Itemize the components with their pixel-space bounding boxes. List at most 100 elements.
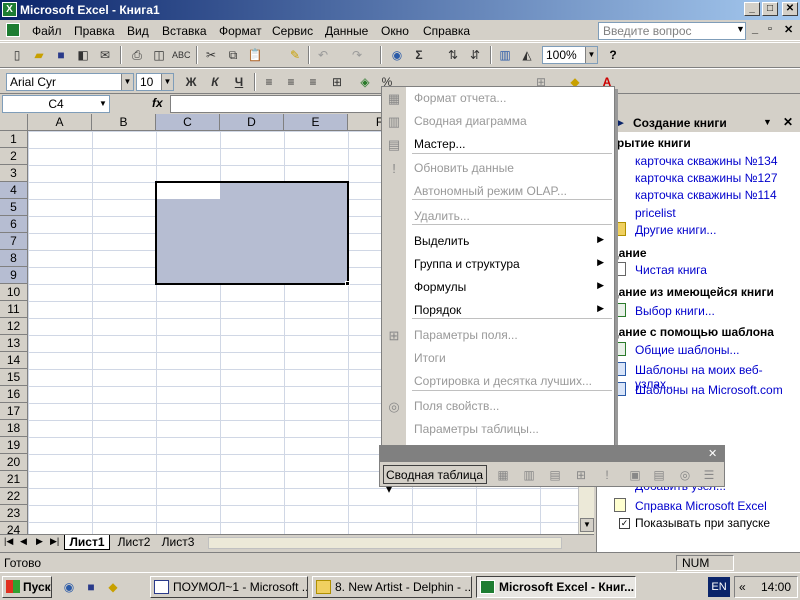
sheet-tab-active[interactable]: Лист1	[64, 535, 110, 550]
column-header[interactable]: D	[220, 114, 284, 131]
menu-item[interactable]: Порядок ▶	[414, 303, 610, 323]
row-header[interactable]: 16	[0, 386, 28, 403]
maximize-button[interactable]: □	[762, 2, 778, 16]
copy-icon[interactable]: ⧉	[224, 46, 242, 64]
choose-workbook-link[interactable]: Выбор книги...	[635, 304, 715, 318]
taskbar-window-delphin[interactable]: 8. New Artist - Delphin - ...	[312, 576, 472, 598]
menu-item[interactable]: Удалить...	[414, 209, 610, 229]
menu-edit[interactable]: Правка	[74, 24, 115, 38]
row-header[interactable]: 10	[0, 284, 28, 301]
menu-item[interactable]: Автономный режим OLAP...	[414, 184, 610, 204]
help-question-input[interactable]: Введите вопрос	[598, 22, 746, 40]
menu-help[interactable]: Справка	[423, 24, 470, 38]
menu-item[interactable]: Параметры поля... ⊞	[389, 328, 610, 348]
menu-tools[interactable]: Сервис	[272, 24, 313, 38]
column-header[interactable]: E	[284, 114, 348, 131]
bold-button[interactable]: Ж	[182, 73, 200, 91]
microsoft-templates-link[interactable]: Шаблоны на Microsoft.com	[635, 383, 783, 397]
row-header[interactable]: 4	[0, 182, 28, 199]
row-header[interactable]: 24	[0, 522, 28, 534]
forward-icon[interactable]: ▶	[615, 116, 623, 129]
show-startup-checkbox[interactable]: ✓	[619, 518, 630, 529]
doc-close-button[interactable]: ✕	[784, 23, 793, 36]
prev-sheet-icon[interactable]: ◀	[20, 536, 27, 547]
menu-item[interactable]: Мастер... ▤	[388, 137, 610, 157]
align-right-icon[interactable]: ≡	[304, 73, 322, 91]
save-icon[interactable]: ■	[82, 578, 100, 596]
open-icon[interactable]: ▰	[30, 46, 48, 64]
chevron-down-icon[interactable]: ▼	[736, 24, 745, 38]
row-header[interactable]: 2	[0, 148, 28, 165]
menu-item[interactable]: Формулы ▶	[414, 280, 610, 300]
excel-help-link[interactable]: Справка Microsoft Excel	[635, 499, 767, 513]
recent-file-link[interactable]: карточка скважины №134	[635, 154, 778, 168]
menu-item[interactable]: Поля свойств... ◎	[388, 399, 610, 419]
language-indicator[interactable]: EN	[708, 577, 730, 597]
row-header[interactable]: 7	[0, 233, 28, 250]
taskbar-window-word[interactable]: ПОУМОЛ~1 - Microsoft ...	[150, 576, 308, 598]
row-header[interactable]: 15	[0, 369, 28, 386]
document-icon[interactable]	[6, 23, 20, 37]
menu-item[interactable]: Группа и структура ▶	[414, 257, 610, 277]
print-preview-icon[interactable]: ◫	[150, 46, 168, 64]
blank-workbook-link[interactable]: Чистая книга	[635, 263, 707, 277]
app-icon[interactable]: ◆	[104, 578, 122, 596]
general-templates-link[interactable]: Общие шаблоны...	[635, 343, 740, 357]
row-header[interactable]: 13	[0, 335, 28, 352]
cut-icon[interactable]: ✂	[202, 46, 220, 64]
undo-icon[interactable]: ↶	[314, 46, 332, 64]
refresh-icon[interactable]: !	[598, 466, 616, 484]
recent-file-link[interactable]: карточка скважины №114	[635, 188, 777, 202]
menu-item[interactable]: Выделить ▶	[414, 234, 610, 254]
row-header[interactable]: 20	[0, 454, 28, 471]
print-icon[interactable]: ⎙	[128, 46, 146, 64]
sort-asc-icon[interactable]: ⇅	[444, 46, 462, 64]
start-button[interactable]: Пуск	[2, 576, 52, 598]
select-all-button[interactable]	[0, 114, 28, 131]
font-select[interactable]: Arial Cyr ▼	[6, 73, 134, 91]
zoom-select[interactable]: 100% ▼	[542, 46, 598, 64]
align-left-icon[interactable]: ≡	[260, 73, 278, 91]
recent-file-link[interactable]: pricelist	[635, 206, 676, 220]
column-header[interactable]: A	[28, 114, 92, 131]
chevron-down-icon[interactable]: ▼	[121, 74, 133, 90]
menu-insert[interactable]: Вставка	[162, 24, 207, 38]
row-header[interactable]: 9	[0, 267, 28, 284]
wizard-icon[interactable]: ▤	[546, 466, 564, 484]
close-icon[interactable]: ✕	[708, 447, 717, 460]
ie-icon[interactable]: ◉	[60, 578, 78, 596]
row-header[interactable]: 23	[0, 505, 28, 522]
row-header[interactable]: 6	[0, 216, 28, 233]
row-header[interactable]: 5	[0, 199, 28, 216]
merge-center-icon[interactable]: ⊞	[328, 73, 346, 91]
menu-format[interactable]: Формат	[219, 24, 262, 38]
currency-icon[interactable]: ◈	[356, 73, 374, 91]
menu-item[interactable]: Итоги	[414, 351, 610, 371]
chart-wizard-icon[interactable]: ▥	[496, 46, 514, 64]
column-header[interactable]: B	[92, 114, 156, 131]
new-icon[interactable]: ▯	[8, 46, 26, 64]
pivot-chart-icon[interactable]: ▥	[520, 466, 538, 484]
pivot-table-dropdown[interactable]: Сводная таблица ▾	[383, 465, 487, 496]
sheet-tab[interactable]: Лист3	[158, 535, 198, 550]
column-header[interactable]: C	[156, 114, 220, 131]
field-list-icon[interactable]: ☰	[700, 466, 718, 484]
sort-desc-icon[interactable]: ⇵	[466, 46, 484, 64]
menu-data[interactable]: Данные	[325, 24, 368, 38]
underline-button[interactable]: Ч	[230, 73, 248, 91]
menu-window[interactable]: Окно	[381, 24, 409, 38]
spelling-icon[interactable]: ABC	[172, 46, 191, 64]
close-button[interactable]: ✕	[782, 2, 798, 16]
row-header[interactable]: 18	[0, 420, 28, 437]
scroll-down-icon[interactable]: ▼	[580, 518, 594, 532]
menu-view[interactable]: Вид	[127, 24, 149, 38]
format-painter-icon[interactable]: ✎	[286, 46, 304, 64]
row-header[interactable]: 19	[0, 437, 28, 454]
format-report-icon[interactable]: ▦	[494, 466, 512, 484]
menu-file[interactable]: Файл	[32, 24, 62, 38]
fill-handle[interactable]	[345, 281, 350, 286]
formula-input[interactable]	[170, 95, 382, 113]
tray-icon[interactable]: «	[739, 580, 746, 594]
align-center-icon[interactable]: ≡	[282, 73, 300, 91]
more-workbooks-link[interactable]: Другие книги...	[635, 223, 716, 237]
